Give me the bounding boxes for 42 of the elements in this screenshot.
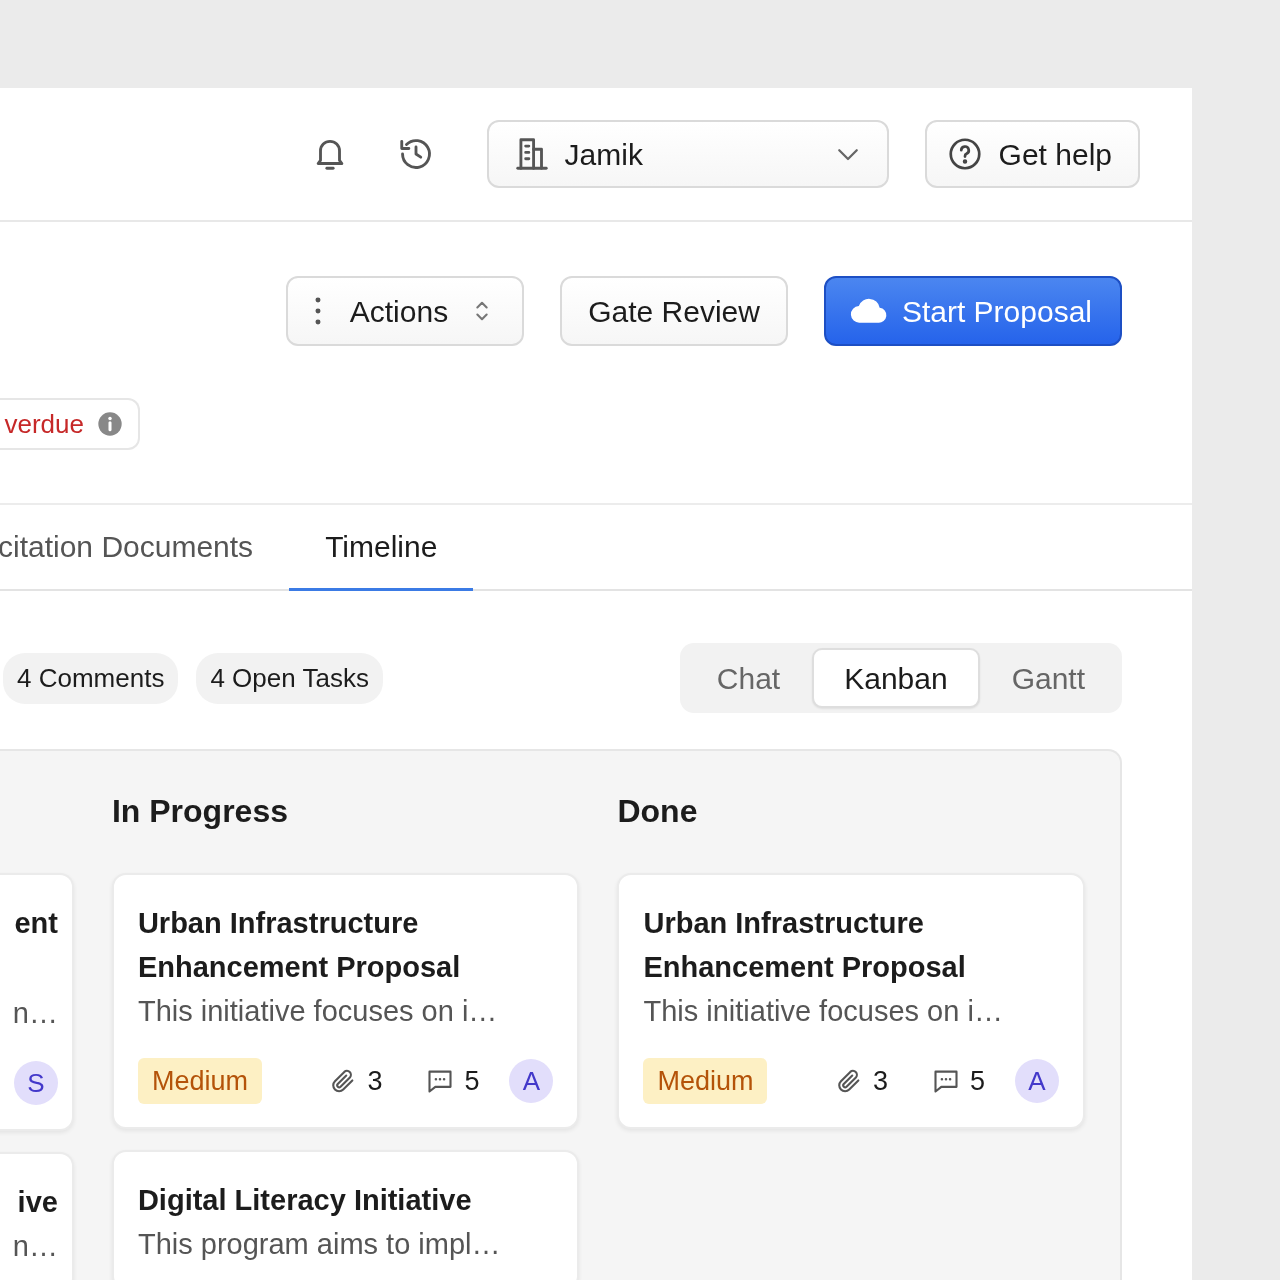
card-description: This program aims to impl… bbox=[137, 1227, 502, 1262]
tab[interactable]: Timeline bbox=[289, 505, 474, 591]
card-title: ent bbox=[13, 906, 58, 941]
card-description: n… bbox=[11, 996, 58, 1031]
card-description: This initiative focuses on i… bbox=[643, 994, 1004, 1029]
attachment-count: 3 bbox=[367, 1064, 383, 1098]
card-title: Digital Literacy Initiative bbox=[137, 1183, 473, 1218]
count-pill: 4 Comments bbox=[3, 652, 179, 704]
comment-count: 5 bbox=[464, 1064, 480, 1098]
comment-count: 5 bbox=[969, 1064, 985, 1098]
task-card[interactable]: ive n… bbox=[0, 1152, 74, 1280]
card-description: This initiative focuses on i… bbox=[137, 994, 499, 1029]
attachment-count: 3 bbox=[872, 1064, 888, 1098]
start-proposal-button[interactable]: Start Proposal bbox=[823, 276, 1122, 346]
assignee-avatar: A bbox=[509, 1059, 554, 1103]
column-title: In Progress bbox=[111, 792, 289, 831]
actions-menu-button[interactable]: Actions bbox=[285, 276, 525, 346]
view-option[interactable]: Chat bbox=[684, 648, 813, 708]
priority-tag: Medium bbox=[137, 1057, 262, 1105]
count-pill: 4 Open Tasks bbox=[196, 652, 383, 704]
tab[interactable]: citation Documents bbox=[0, 505, 290, 591]
info-icon bbox=[96, 410, 124, 438]
task-card[interactable]: Digital Literacy Initiative This program aims to impl… bbox=[111, 1150, 580, 1280]
priority-tag: Medium bbox=[643, 1057, 768, 1105]
assignee-avatar: A bbox=[1015, 1059, 1059, 1103]
card-title: Urban Infrastructure Enhancement Proposal bbox=[137, 906, 462, 985]
card-title: ive bbox=[16, 1185, 58, 1220]
view-option[interactable]: Gantt bbox=[979, 648, 1117, 708]
task-card[interactable]: ent n… S bbox=[0, 873, 74, 1131]
status-text: verdue bbox=[4, 407, 84, 441]
view-option[interactable]: Kanban bbox=[812, 648, 980, 708]
more-vertical-icon bbox=[313, 297, 322, 325]
assignee-avatar: S bbox=[13, 1061, 58, 1105]
column-title: Done bbox=[617, 792, 699, 831]
help-icon bbox=[946, 136, 983, 172]
card-title: Urban Infrastructure Enhancement Proposal bbox=[643, 906, 967, 985]
task-card[interactable]: Urban Infrastructure Enhancement Proposal This initiative focuses on i… Medium 3 5 A bbox=[111, 873, 580, 1129]
help-button[interactable]: Get help bbox=[924, 120, 1140, 188]
gate-review-button[interactable]: Gate Review bbox=[560, 276, 788, 346]
workspace-dropdown[interactable]: Jamik bbox=[486, 120, 889, 188]
task-card[interactable]: Urban Infrastructure Enhancement Proposal This initiative focuses on i… Medium 3 5 A bbox=[617, 873, 1085, 1129]
card-description: n… bbox=[11, 1229, 58, 1264]
